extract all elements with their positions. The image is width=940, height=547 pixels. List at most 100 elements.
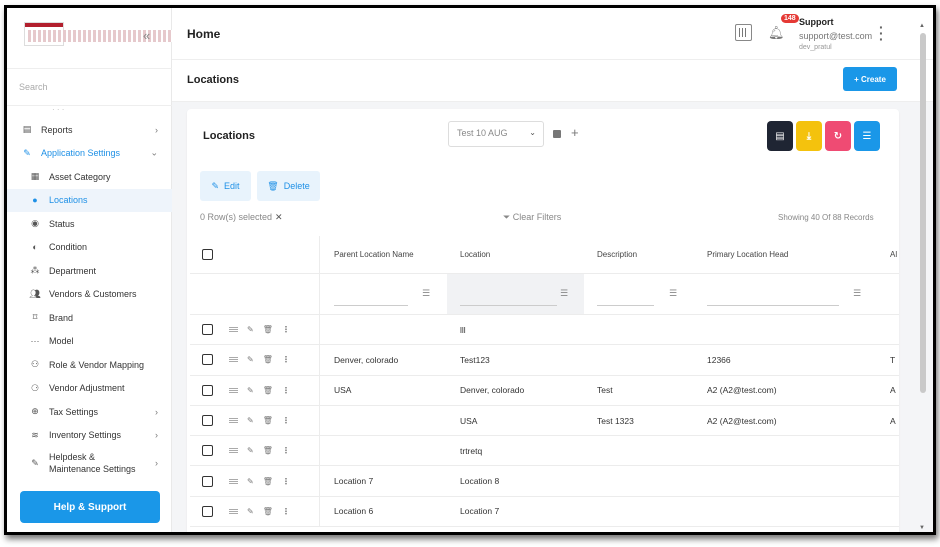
help-support-button[interactable]: Help & Support <box>20 491 160 523</box>
more-options-icon[interactable]: ⋮ <box>282 477 290 486</box>
table-row[interactable]: ✎ 🗑︎ ⋮ USA Denver, colorado Test A2 (A2@test.c… <box>190 375 899 406</box>
filter-icon[interactable]: ☰ <box>422 288 430 299</box>
sidebar-item-model[interactable]: ··· Model <box>7 330 172 354</box>
details-icon[interactable] <box>229 418 238 424</box>
table-row[interactable]: ✎ 🗑︎ ⋮ Location 6 Location 7 <box>190 496 899 528</box>
header-location[interactable]: Location <box>460 236 584 273</box>
sidebar-item-role-vendor-mapping[interactable]: ⚇ Role & Vendor Mapping <box>7 353 172 377</box>
select-all-checkbox[interactable] <box>202 249 213 260</box>
table-row[interactable]: ✎ 🗑︎ ⋮ Denver, colorado Test123 12366 T <box>190 345 899 376</box>
row-checkbox[interactable] <box>202 505 213 517</box>
filter-icon[interactable]: ☰ <box>669 288 677 299</box>
sidebar-item-tax-settings[interactable]: ⊕ Tax Settings › <box>7 400 172 424</box>
row-checkbox[interactable] <box>202 475 213 487</box>
sidebar-item-application-settings[interactable]: ✎ Application Settings ⌄ <box>7 142 172 166</box>
bell-icon[interactable]: 🔔︎ <box>768 25 785 41</box>
pencil-icon[interactable]: ✎ <box>247 355 254 364</box>
trash-icon[interactable]: 🗑︎ <box>263 386 273 395</box>
sidebar-item-vendors-customers[interactable]: 👥︎ Vendors & Customers <box>7 283 172 307</box>
row-checkbox[interactable] <box>202 324 213 336</box>
sidebar-item-helpdesk-maintenance-settings[interactable]: ✎ Helpdesk & Maintenance Settings › <box>7 447 172 479</box>
save-icon[interactable] <box>553 130 561 138</box>
sidebar-item-locations[interactable]: ● Locations <box>7 188 172 212</box>
create-button[interactable]: + Create <box>843 67 897 91</box>
plus-icon[interactable]: + <box>571 125 579 140</box>
details-icon[interactable] <box>229 508 238 514</box>
more-options-icon[interactable]: · · · <box>879 20 884 46</box>
user-name[interactable]: Support <box>799 17 834 27</box>
pencil-icon[interactable]: ✎ <box>247 507 254 516</box>
pencil-icon[interactable]: ✎ <box>247 446 254 455</box>
scroll-up-icon[interactable]: ▲ <box>919 23 925 29</box>
breadcrumb-home[interactable]: Home <box>187 27 220 41</box>
filter-input-line[interactable] <box>597 305 654 306</box>
sidebar-item-status[interactable]: ◉ Status <box>7 212 172 236</box>
refresh-button[interactable]: ↻ <box>825 121 851 151</box>
more-options-icon[interactable]: ⋮ <box>282 507 290 516</box>
details-icon[interactable] <box>229 327 238 333</box>
filter-location[interactable]: ☰ <box>447 274 584 314</box>
columns-button[interactable]: ☰ <box>854 121 880 151</box>
details-icon[interactable] <box>229 387 238 393</box>
filter-parent-location[interactable]: ☰ <box>334 274 448 314</box>
row-checkbox[interactable] <box>202 415 213 427</box>
collapse-sidebar-icon[interactable]: « <box>143 28 150 43</box>
sidebar-item-condition[interactable]: ◐ Condition <box>7 236 172 260</box>
table-row[interactable]: ✎ 🗑︎ ⋮ USA Test 1323 A2 (A2@test.com) A <box>190 405 899 437</box>
trash-icon[interactable]: 🗑︎ <box>263 355 273 364</box>
header-truncated[interactable]: Al <box>890 236 899 273</box>
trash-icon[interactable]: 🗑︎ <box>263 416 273 425</box>
more-options-icon[interactable]: ⋮ <box>282 416 290 425</box>
more-options-icon[interactable]: ⋮ <box>282 446 290 455</box>
header-parent-location[interactable]: Parent Location Name <box>334 236 448 273</box>
pencil-icon[interactable]: ✎ <box>247 325 254 334</box>
table-row[interactable]: ✎ 🗑︎ ⋮ lll <box>190 315 899 346</box>
details-icon[interactable] <box>229 448 238 454</box>
trash-icon[interactable]: 🗑︎ <box>263 325 273 334</box>
header-primary-location-head[interactable]: Primary Location Head <box>707 236 877 273</box>
sidebar-item-vendor-adjustment[interactable]: ⚆ Vendor Adjustment <box>7 377 172 401</box>
more-options-icon[interactable]: ⋮ <box>282 386 290 395</box>
search-input[interactable]: Search <box>19 82 48 92</box>
document-button[interactable]: ▤ <box>767 121 793 151</box>
details-icon[interactable] <box>229 357 238 363</box>
company-logo[interactable] <box>24 22 737 46</box>
sidebar-search[interactable]: Search <box>7 68 172 106</box>
clear-selection-icon[interactable]: ✕ <box>275 212 283 222</box>
trash-icon[interactable]: 🗑︎ <box>263 507 273 516</box>
table-row[interactable]: ✎ 🗑︎ ⋮ Location 7 Location 8 <box>190 466 899 497</box>
barcode-scan-icon[interactable] <box>735 24 752 41</box>
sidebar-item-asset-category[interactable]: ▦ Asset Category <box>7 165 172 189</box>
filter-input-line[interactable] <box>707 305 839 306</box>
scroll-down-icon[interactable]: ▼ <box>919 525 925 531</box>
more-options-icon[interactable]: ⋮ <box>282 325 290 334</box>
row-checkbox[interactable] <box>202 445 213 457</box>
row-checkbox[interactable] <box>202 384 213 396</box>
pencil-icon[interactable]: ✎ <box>247 416 254 425</box>
filter-input-line[interactable] <box>334 305 408 306</box>
page-scrollbar[interactable]: ▲ ▼ <box>919 23 927 531</box>
filter-input-line[interactable] <box>460 305 557 306</box>
header-description[interactable]: Description <box>597 236 697 273</box>
delete-button[interactable]: 🗑︎ Delete <box>257 171 320 201</box>
edit-button[interactable]: ✎ Edit <box>200 171 251 201</box>
pencil-icon[interactable]: ✎ <box>247 477 254 486</box>
trash-icon[interactable]: 🗑︎ <box>263 446 273 455</box>
sidebar-item-inventory-settings[interactable]: ≋ Inventory Settings › <box>7 424 172 448</box>
saved-view-select[interactable]: Test 10 AUG ⌄ <box>448 121 544 147</box>
export-button[interactable]: ⤓ <box>796 121 822 151</box>
details-icon[interactable] <box>229 478 238 484</box>
filter-primary-location-head[interactable]: ☰ <box>707 274 877 314</box>
filter-icon[interactable]: ☰ <box>560 288 568 299</box>
sidebar-item-brand[interactable]: ⌑ Brand <box>7 306 172 330</box>
trash-icon[interactable]: 🗑︎ <box>263 477 273 486</box>
sidebar-item-department[interactable]: ⁂ Department <box>7 259 172 283</box>
clear-filters-button[interactable]: ⏷ Clear Filters <box>503 212 561 223</box>
more-options-icon[interactable]: ⋮ <box>282 355 290 364</box>
scrollbar-thumb[interactable] <box>920 33 926 393</box>
filter-description[interactable]: ☰ <box>597 274 697 314</box>
pencil-icon[interactable]: ✎ <box>247 386 254 395</box>
sidebar-item-reports[interactable]: ▤ Reports › <box>7 118 172 142</box>
row-checkbox[interactable] <box>202 354 213 366</box>
table-row[interactable]: ✎ 🗑︎ ⋮ trtretq <box>190 436 899 467</box>
